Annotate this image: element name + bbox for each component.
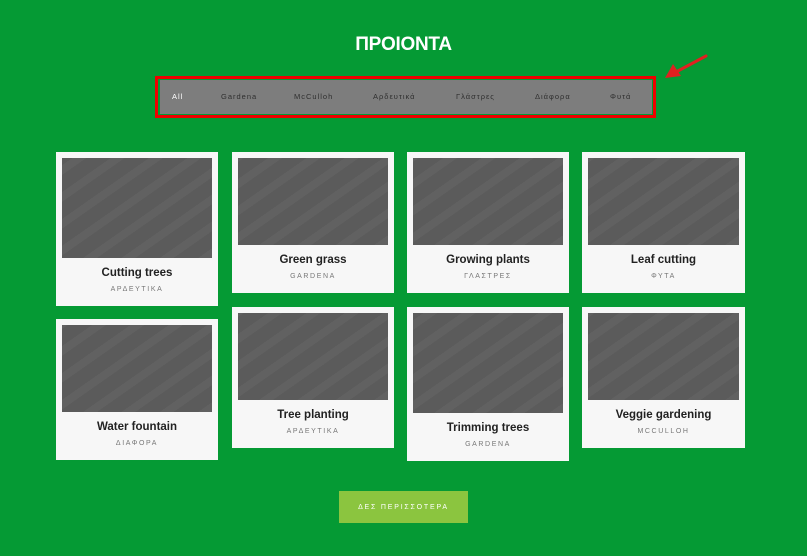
product-image bbox=[62, 158, 212, 258]
product-name: Leaf cutting bbox=[630, 254, 697, 266]
product-category: ΑΡΔΕΥΤΙΚΑ bbox=[110, 286, 164, 293]
product-card-tree-planting[interactable]: Tree planting ΑΡΔΕΥΤΙΚΑ bbox=[232, 307, 394, 448]
filter-diafora[interactable]: Διάφορα bbox=[535, 80, 571, 114]
product-card-veggie-gardening[interactable]: Veggie gardening MCCULLOH bbox=[582, 307, 745, 448]
product-image bbox=[238, 158, 388, 245]
product-image bbox=[413, 158, 563, 245]
product-category: ΔΙΑΦΟΡΑ bbox=[115, 440, 159, 447]
product-card-leaf-cutting[interactable]: Leaf cutting ΦΥΤΑ bbox=[582, 152, 745, 293]
filter-ardeftika[interactable]: Αρδευτικά bbox=[373, 80, 416, 114]
product-category: ΓΛΑΣΤΡΕΣ bbox=[464, 273, 512, 280]
product-card-growing-plants[interactable]: Growing plants ΓΛΑΣΤΡΕΣ bbox=[407, 152, 569, 293]
filter-glastres[interactable]: Γλάστρες bbox=[456, 80, 495, 114]
product-name: Water fountain bbox=[96, 421, 178, 433]
product-image bbox=[413, 313, 563, 413]
product-name: Tree planting bbox=[277, 409, 349, 421]
filter-gardena[interactable]: Gardena bbox=[221, 80, 257, 114]
filter-bar: All Gardena McCulloh Αρδευτικά Γλάστρες … bbox=[160, 80, 652, 114]
product-name: Growing plants bbox=[446, 254, 530, 266]
product-category: GARDENA bbox=[465, 441, 511, 448]
product-card-cutting-trees[interactable]: Cutting trees ΑΡΔΕΥΤΙΚΑ bbox=[56, 152, 218, 306]
product-image bbox=[588, 313, 739, 400]
arrow-icon bbox=[665, 54, 708, 78]
product-category: MCCULLOH bbox=[637, 428, 690, 435]
product-card-green-grass[interactable]: Green grass GARDENA bbox=[232, 152, 394, 293]
product-image bbox=[62, 325, 212, 412]
filter-all[interactable]: All bbox=[172, 80, 183, 114]
product-image bbox=[238, 313, 388, 400]
product-card-trimming-trees[interactable]: Trimming trees GARDENA bbox=[407, 307, 569, 461]
filter-mcculloh[interactable]: McCulloh bbox=[294, 80, 333, 114]
filter-fyta[interactable]: Φυτά bbox=[610, 80, 631, 114]
product-category: GARDENA bbox=[290, 273, 336, 280]
product-card-water-fountain[interactable]: Water fountain ΔΙΑΦΟΡΑ bbox=[56, 319, 218, 460]
product-category: ΦΥΤΑ bbox=[651, 273, 676, 280]
product-name: Veggie gardening bbox=[615, 409, 712, 421]
product-name: Trimming trees bbox=[446, 422, 530, 434]
product-image bbox=[588, 158, 739, 245]
see-more-button[interactable]: ΔΕΣ ΠΕΡΙΣΣΟΤΕΡΑ bbox=[339, 491, 468, 523]
product-name: Cutting trees bbox=[101, 267, 173, 279]
product-category: ΑΡΔΕΥΤΙΚΑ bbox=[286, 428, 340, 435]
product-name: Green grass bbox=[279, 254, 347, 266]
